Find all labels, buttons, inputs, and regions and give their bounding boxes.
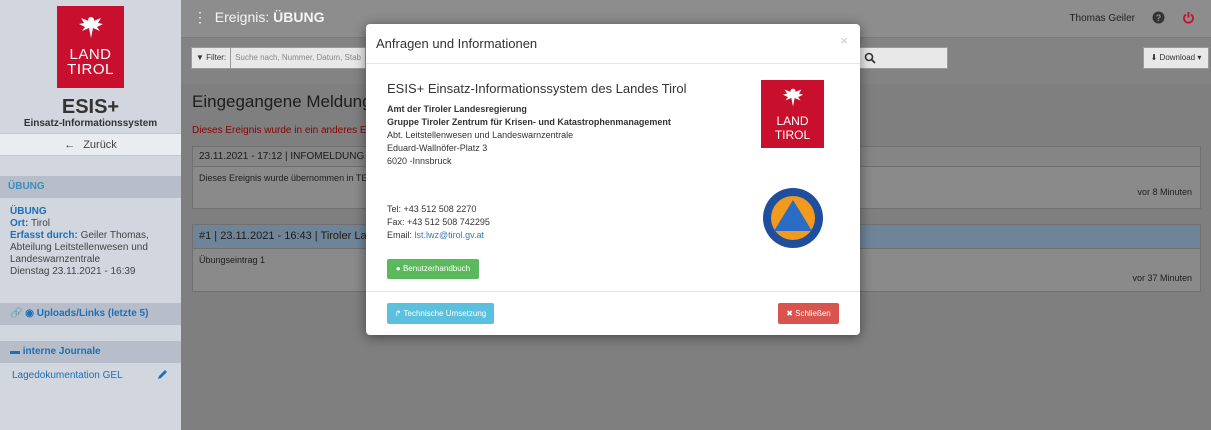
modal-heading: ESIS+ Einsatz-Informationssystem des Lan… bbox=[387, 81, 687, 96]
city: 6020 -Innsbruck bbox=[387, 156, 452, 166]
sidebar: LAND TIROL ESIS+ Einsatz-Informationssys… bbox=[0, 0, 181, 430]
globe-icon: ◉ bbox=[25, 308, 34, 319]
erfasst-label: Erfasst durch: bbox=[10, 230, 78, 241]
address-block: Amt der Tiroler Landesregierung Gruppe T… bbox=[387, 103, 671, 168]
eagle-icon bbox=[78, 17, 103, 38]
org-name: Amt der Tiroler Landesregierung bbox=[387, 104, 527, 114]
card-time-ago: vor 8 Minuten bbox=[1137, 187, 1192, 197]
back-button[interactable]: ← Zurück bbox=[0, 133, 181, 156]
info-icon: ● bbox=[395, 264, 401, 273]
close-icon[interactable]: × bbox=[840, 33, 848, 48]
share-icon: ↱ bbox=[394, 309, 402, 318]
app-title: ESIS+ bbox=[61, 96, 120, 118]
phone: Tel: +43 512 508 2270 bbox=[387, 204, 477, 214]
paperclip-icon: 🔗 bbox=[10, 308, 23, 319]
modal-footer-divider bbox=[366, 291, 860, 292]
schliessen-button[interactable]: ✖ Schließen bbox=[778, 303, 839, 324]
event-header: ÜBUNG bbox=[0, 176, 181, 198]
comment-icon: ▬ bbox=[10, 346, 20, 357]
handbuch-button[interactable]: ● Benutzerhandbuch bbox=[387, 259, 479, 279]
email-label: Email: bbox=[387, 230, 413, 240]
modal-title: Anfragen und Informationen bbox=[376, 36, 538, 51]
back-label: Zurück bbox=[83, 139, 117, 151]
email-link[interactable]: lst.lwz@tirol.gv.at bbox=[415, 230, 484, 240]
fax: Fax: +43 512 508 742295 bbox=[387, 217, 490, 227]
uploads-link[interactable]: 🔗 ◉ Uploads/Links (letzte 5) bbox=[0, 303, 181, 325]
search-button[interactable] bbox=[858, 47, 948, 69]
tech-label: Technische Umsetzung bbox=[403, 309, 487, 318]
event-title: ⋮ Ereignis: ÜBUNG bbox=[193, 9, 324, 26]
land-tirol-logo: LAND TIROL bbox=[761, 80, 824, 148]
card-time-ago: vor 37 Minuten bbox=[1132, 273, 1192, 283]
ort-value: Tirol bbox=[30, 218, 51, 229]
org-group: Gruppe Tiroler Zentrum für Krisen- und K… bbox=[387, 117, 671, 127]
ereignis-prefix: Ereignis: bbox=[214, 9, 270, 25]
contact-block: Tel: +43 512 508 2270 Fax: +43 512 508 7… bbox=[387, 203, 490, 242]
download-button[interactable]: ⬇ Download ▾ bbox=[1143, 47, 1209, 69]
org-department: Abt. Leitstellenwesen und Landeswarnzent… bbox=[387, 130, 574, 140]
user-name[interactable]: Thomas Geiler bbox=[1069, 13, 1135, 24]
land-tirol-logo: LAND TIROL bbox=[57, 6, 124, 88]
page-title: Eingegangene Meldungen: bbox=[192, 92, 396, 111]
logo-land-text: LAND bbox=[776, 114, 809, 128]
download-label: Download bbox=[1159, 53, 1196, 62]
app-branding: ESIS+ Einsatz-Informationssystem bbox=[0, 96, 181, 130]
filter-label-text: Filter: bbox=[206, 53, 227, 62]
filter-input[interactable]: ▼ Filter: Suche nach, Nummer, Datum, Stab bbox=[191, 47, 366, 69]
logo-tirol-text: TIROL bbox=[774, 128, 811, 142]
logo-land-text: LAND bbox=[69, 46, 112, 63]
zivilschutz-logo bbox=[763, 188, 823, 248]
app-subtitle: Einsatz-Informationssystem bbox=[23, 118, 158, 129]
pencil-icon[interactable] bbox=[156, 369, 168, 381]
logo-tirol-text: TIROL bbox=[67, 61, 114, 78]
ort-label: Ort: bbox=[10, 218, 29, 229]
close-label: Schließen bbox=[795, 309, 831, 318]
warning-message: Dieses Ereignis wurde in ein anderes Ere… bbox=[192, 125, 384, 136]
eagle-icon bbox=[782, 88, 803, 107]
arrow-left-icon: ← bbox=[64, 139, 76, 151]
modal-header: Anfragen und Informationen × bbox=[366, 24, 860, 64]
uploads-label: Uploads/Links (letzte 5) bbox=[36, 308, 149, 319]
handbuch-label: Benutzerhandbuch bbox=[402, 264, 471, 273]
filter-icon: ▼ bbox=[196, 53, 204, 62]
ereignis-name: ÜBUNG bbox=[273, 9, 325, 25]
svg-text:?: ? bbox=[1156, 13, 1162, 23]
download-icon: ⬇ bbox=[1150, 53, 1158, 62]
event-date: Dienstag 23.11.2021 - 16:39 bbox=[10, 266, 136, 277]
power-icon[interactable] bbox=[1182, 11, 1195, 24]
close-x-icon: ✖ bbox=[786, 309, 793, 318]
lagedokumentation-link[interactable]: Lagedokumentation GEL bbox=[12, 370, 123, 381]
menu-icon[interactable]: ⋮ bbox=[193, 9, 207, 25]
event-name: ÜBUNG bbox=[10, 206, 47, 217]
event-info: ÜBUNG Ort: Tirol Erfasst durch: Geiler T… bbox=[10, 206, 175, 278]
card-text: Dieses Ereignis wurde übernommen in TEST bbox=[199, 173, 379, 183]
technische-umsetzung-button[interactable]: ↱ Technische Umsetzung bbox=[387, 303, 494, 324]
info-modal: Anfragen und Informationen × ESIS+ Einsa… bbox=[366, 24, 860, 335]
filter-label: ▼ Filter: bbox=[196, 48, 232, 68]
street: Eduard-Wallnöfer-Platz 3 bbox=[387, 143, 488, 153]
card-text: Übungseintrag 1 bbox=[199, 255, 266, 265]
search-icon bbox=[864, 52, 876, 64]
journale-header[interactable]: ▬ interne Journale bbox=[0, 341, 181, 363]
filter-placeholder: Suche nach, Nummer, Datum, Stab bbox=[235, 53, 361, 62]
caret-down-icon: ▾ bbox=[1197, 53, 1202, 62]
journale-label: interne Journale bbox=[22, 346, 101, 357]
help-icon[interactable]: ? bbox=[1152, 11, 1165, 24]
